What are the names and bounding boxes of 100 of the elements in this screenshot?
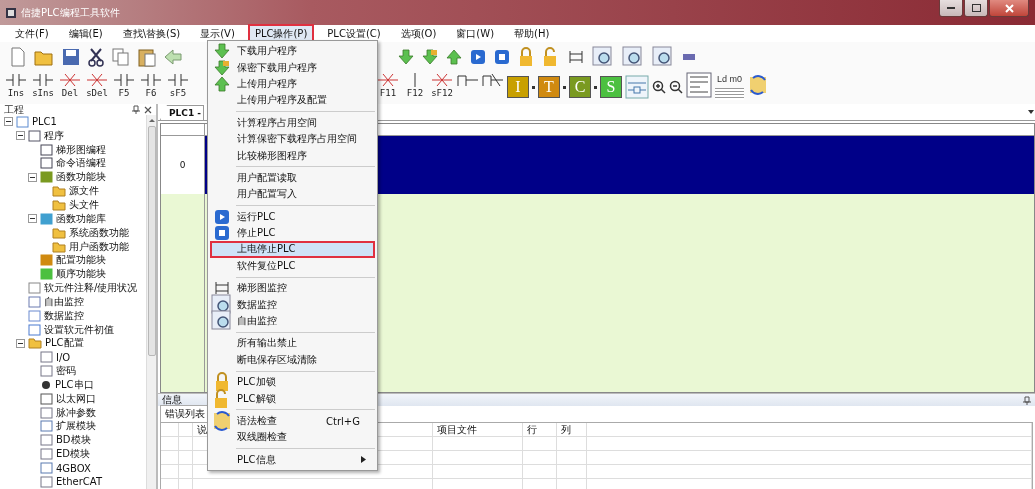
tree-item[interactable]: 配置功能块 xyxy=(56,253,106,268)
menu-item[interactable]: 查找\替换(S) xyxy=(115,23,188,44)
menu-item[interactable]: 文件(F) xyxy=(8,23,56,44)
menu-item[interactable]: 窗口(W) xyxy=(449,23,502,44)
tree-item[interactable]: 4GBOX xyxy=(56,462,91,474)
toolbar-button[interactable]: sF5 xyxy=(166,72,190,99)
dropdown-arrow-icon[interactable] xyxy=(1027,108,1035,116)
menu-item[interactable]: 上传用户程序 xyxy=(210,75,375,93)
menu-item[interactable]: 上传用户程序及配置 xyxy=(210,92,375,109)
scrollbar[interactable] xyxy=(146,115,156,489)
instruction-view-button[interactable]: Ld m0 xyxy=(715,74,744,100)
tree-item[interactable]: 系统函数功能 xyxy=(69,225,129,240)
panel-title: 信息 xyxy=(162,393,182,407)
swap-icon xyxy=(747,74,769,96)
menu-item[interactable]: 用户配置写入 xyxy=(210,186,375,203)
menu-item[interactable]: 编辑(E) xyxy=(61,23,110,44)
toolbar-button[interactable]: sIns xyxy=(31,72,55,99)
menu-item[interactable]: 断电保存区域清除 xyxy=(210,351,375,369)
tree-item[interactable]: 顺序功能块 xyxy=(56,267,106,282)
pin-icon[interactable] xyxy=(1023,395,1031,405)
collapse-toggle-icon[interactable] xyxy=(16,338,25,348)
tree-item[interactable]: 扩展模块 xyxy=(56,419,96,434)
collapse-toggle-icon[interactable] xyxy=(16,131,25,141)
zoom-out-icon xyxy=(669,80,683,94)
tree-item[interactable]: I/O xyxy=(56,351,71,363)
zoom-in-icon xyxy=(652,80,666,94)
toolbar-button[interactable]: sDel xyxy=(85,72,109,99)
menu-item[interactable]: 上电停止PLC xyxy=(210,241,375,258)
tree-item[interactable]: 源文件 xyxy=(69,184,99,199)
menu-item[interactable]: 保密下载用户程序 xyxy=(210,59,375,76)
folder-icon xyxy=(34,48,54,66)
menu-item[interactable]: PLC设置(C) xyxy=(320,23,388,44)
toolbar-button[interactable]: Ins xyxy=(4,72,28,99)
menu-item[interactable]: PLC加锁 xyxy=(210,374,375,391)
tree-item[interactable]: 函数功能库 xyxy=(56,211,106,226)
tree-item[interactable]: 以太网口 xyxy=(56,391,96,406)
document-tab[interactable]: PLC1 - xyxy=(160,105,205,120)
ladder-icon xyxy=(568,49,584,65)
toolbar-button[interactable]: F5 xyxy=(112,72,136,99)
toolbar-button[interactable]: F6 xyxy=(139,72,163,99)
node-icon xyxy=(40,365,53,378)
tree-item[interactable]: 自由监控 xyxy=(44,294,84,309)
menu-item[interactable]: 比较梯形图程序 xyxy=(210,147,375,164)
close-button[interactable] xyxy=(989,0,1029,17)
close-icon[interactable] xyxy=(144,105,152,114)
menu-item[interactable]: 停止PLC xyxy=(210,224,375,242)
tree-item[interactable]: 头文件 xyxy=(69,198,99,212)
minimize-button[interactable] xyxy=(939,0,963,17)
tree-item[interactable]: 设置软元件初值 xyxy=(44,322,114,337)
up-arrow-icon xyxy=(446,49,462,65)
menu-item[interactable]: 帮助(H) xyxy=(507,23,557,44)
menu-item[interactable]: 选项(O) xyxy=(393,23,444,44)
table-cell xyxy=(179,451,193,465)
tree-item[interactable]: 密码 xyxy=(56,364,76,379)
tree-item[interactable]: EtherCAT xyxy=(56,476,102,488)
contact-icon xyxy=(140,72,162,88)
info-tab[interactable]: 错误列表 xyxy=(160,405,210,422)
menu-item[interactable]: 自由监控 xyxy=(210,312,375,330)
maximize-button[interactable] xyxy=(964,0,988,17)
menu-item[interactable]: 梯形图监控 xyxy=(210,280,375,297)
tree-item[interactable]: 数据监控 xyxy=(44,308,84,323)
contact-icon xyxy=(32,72,54,88)
collapse-toggle-icon[interactable] xyxy=(28,214,37,224)
tree-item[interactable]: 命令语编程 xyxy=(56,156,106,171)
tree-item[interactable]: 梯形图编程 xyxy=(56,142,106,157)
menu-item[interactable]: 用户配置读取 xyxy=(210,169,375,187)
tree-item[interactable]: 用户函数功能 xyxy=(69,239,129,254)
tree-item[interactable]: 函数功能块 xyxy=(56,170,106,185)
tree-item[interactable]: BD模块 xyxy=(56,433,91,448)
pin-icon[interactable] xyxy=(132,105,140,114)
menu-item[interactable]: 运行PLC xyxy=(210,208,375,225)
menu-item[interactable]: 下载用户程序 xyxy=(210,43,375,60)
table-cell xyxy=(557,451,587,465)
menu-item[interactable]: PLC信息 xyxy=(210,451,375,468)
tree-item[interactable]: PLC串口 xyxy=(55,377,94,392)
app-icon xyxy=(6,7,16,18)
menu-item[interactable]: 所有输出禁止 xyxy=(210,335,375,352)
tree-item[interactable]: 程序 xyxy=(44,128,64,143)
menu-item[interactable]: PLC解锁 xyxy=(210,390,375,407)
toolbar-button[interactable]: F11 xyxy=(376,72,400,99)
tree-item[interactable]: 脉冲参数 xyxy=(56,405,96,420)
tree-item[interactable]: 软元件注释/使用状况 xyxy=(44,281,138,296)
menu-item[interactable]: 计算程序占用空间 xyxy=(210,114,375,131)
table-cell xyxy=(523,465,557,479)
collapse-toggle-icon[interactable] xyxy=(4,117,13,127)
menu-item[interactable]: 计算保密下载程序占用空间 xyxy=(210,130,375,148)
toolbar-button[interactable]: sF12 xyxy=(430,72,454,99)
menu-item[interactable]: 显示(V) xyxy=(193,23,242,44)
menu-item[interactable]: 软件复位PLC xyxy=(210,257,375,275)
tree-item[interactable]: PLC1 xyxy=(32,116,57,128)
scissors-icon xyxy=(88,47,104,67)
maximize-icon xyxy=(971,4,981,12)
scroll-up-icon[interactable] xyxy=(148,118,155,122)
collapse-toggle-icon[interactable] xyxy=(28,172,37,182)
tree-item[interactable]: ED模块 xyxy=(56,447,91,462)
toolbar-button[interactable]: Del xyxy=(58,72,82,99)
cross-contact-icon xyxy=(86,72,108,88)
tree-item[interactable]: PLC配置 xyxy=(45,336,84,351)
toolbar-button[interactable]: F12 xyxy=(403,72,427,99)
contact-icon xyxy=(167,72,189,88)
